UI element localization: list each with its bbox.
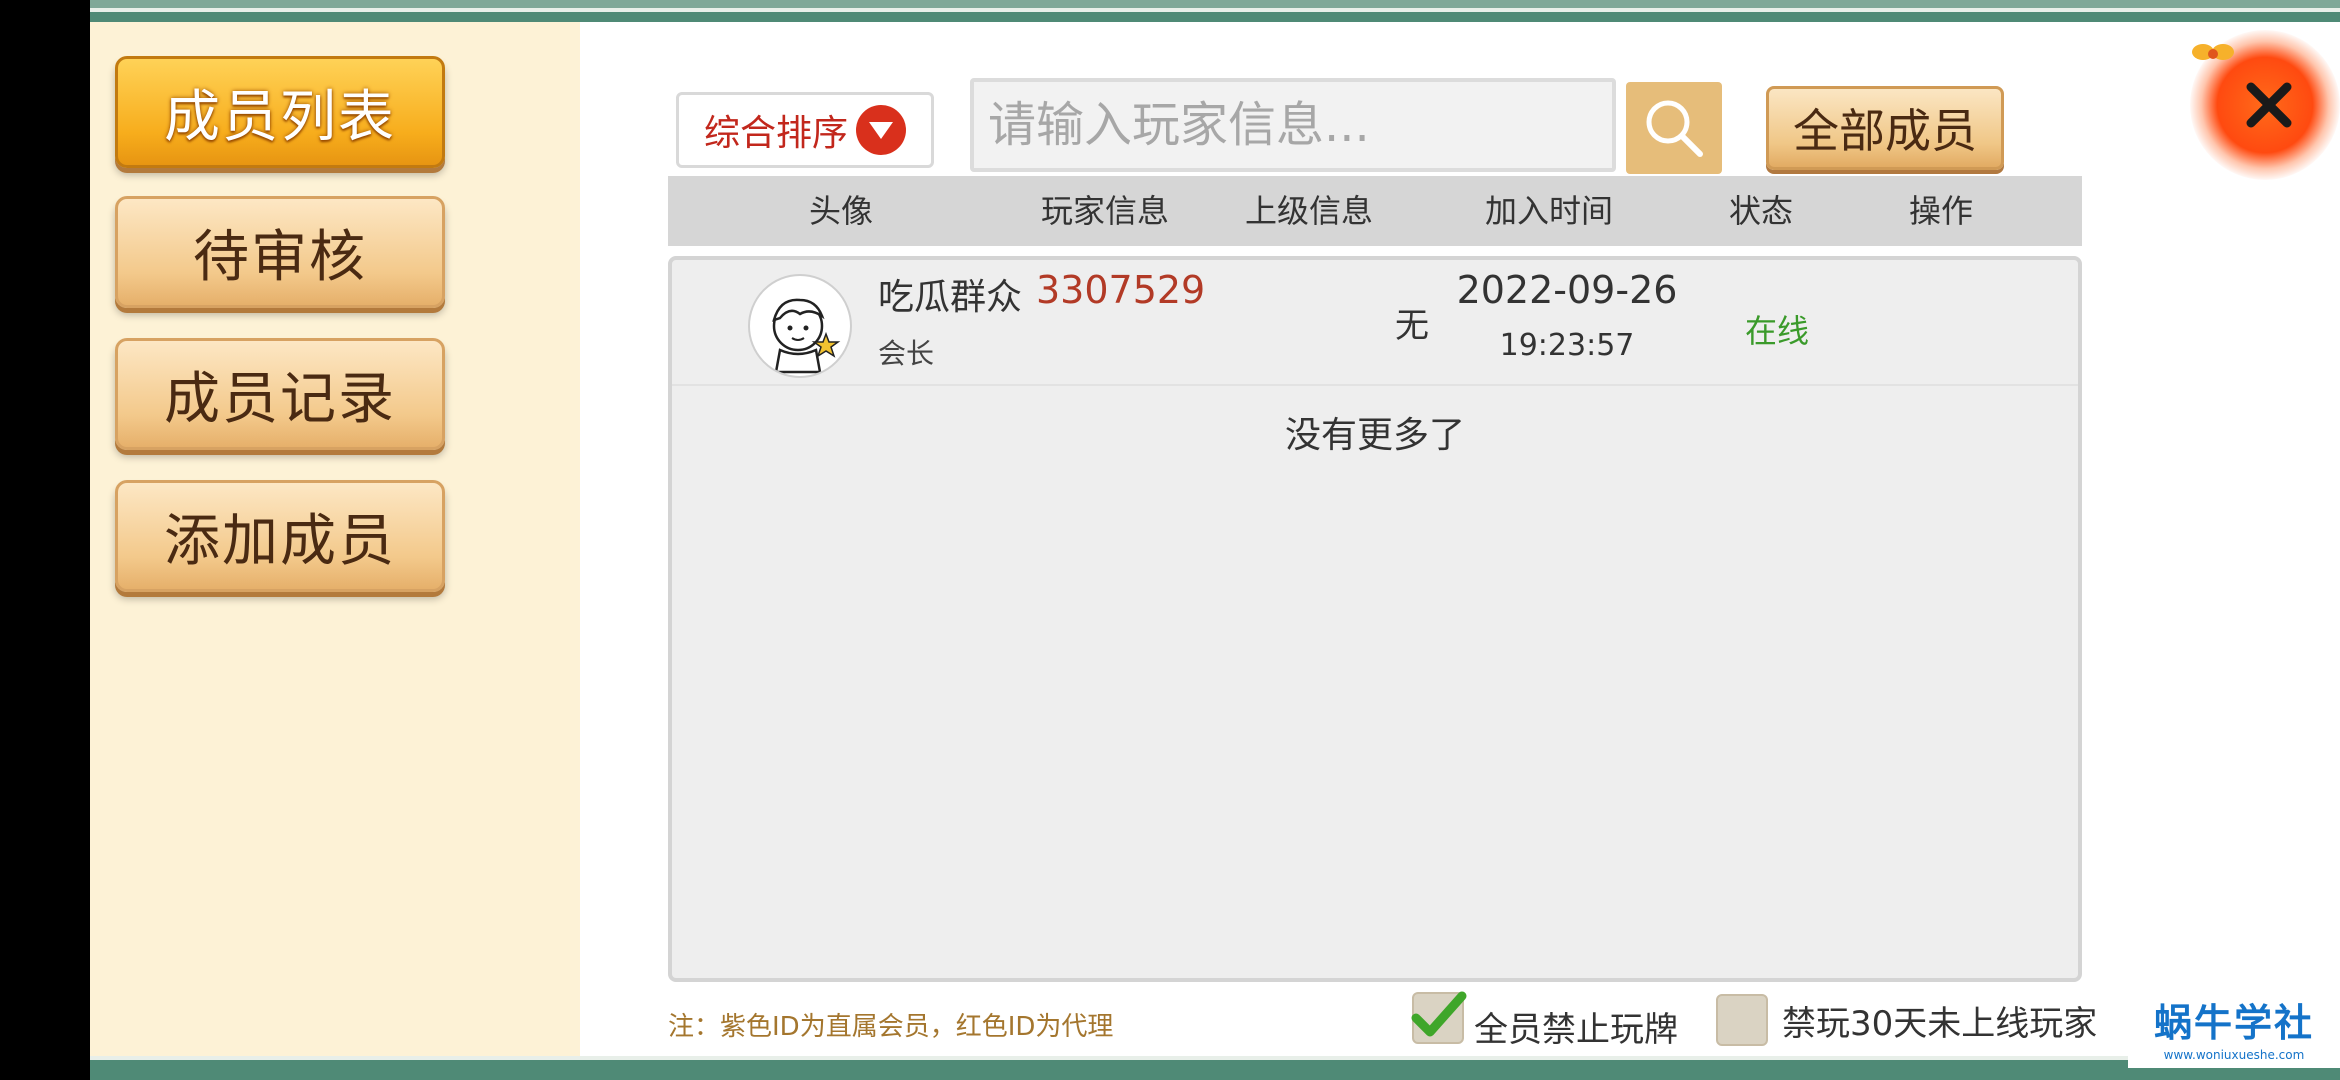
sidebar-item-label: 成员记录	[164, 366, 396, 432]
search-field[interactable]	[970, 78, 1616, 172]
table-header: 头像 玩家信息 上级信息 加入时间 状态 操作	[668, 176, 2082, 246]
header-player-info: 玩家信息	[1040, 192, 1169, 230]
join-date: 2022-09-26	[1456, 268, 1678, 312]
sidebar-item-label: 待审核	[193, 224, 367, 290]
top-border	[90, 0, 2340, 22]
all-members-button[interactable]: 全部成员	[1766, 86, 2004, 170]
checkmark-icon	[1411, 991, 1467, 1037]
sidebar-item-pending-review[interactable]: 待审核	[115, 196, 445, 308]
triangle-down-icon	[856, 105, 906, 155]
all-members-label: 全部成员	[1793, 104, 1977, 158]
cartoon-avatar-icon	[772, 298, 841, 374]
sidebar-item-add-member[interactable]: 添加成员	[115, 480, 445, 592]
status-badge: 在线	[1744, 312, 1809, 350]
table-row[interactable]: 吃瓜群众 3307529 会长 无 2022-09-26 19:23:57 在线	[672, 260, 2078, 386]
sort-label: 综合排序	[703, 113, 848, 154]
header-join-time: 加入时间	[1484, 192, 1613, 230]
search-input[interactable]	[986, 96, 1600, 154]
ban-all-checkbox[interactable]	[1411, 991, 1467, 1044]
header-avatar: 头像	[808, 192, 873, 230]
no-more-message: 没有更多了	[1284, 415, 1465, 456]
sidebar-item-member-list[interactable]: 成员列表	[115, 56, 445, 168]
join-time: 19:23:57	[1499, 328, 1635, 363]
header-actions: 操作	[1908, 192, 1973, 230]
watermark-title: 蜗牛学社	[2153, 1001, 2314, 1045]
header-status: 状态	[1728, 192, 1793, 230]
bottom-border	[90, 1056, 2340, 1080]
sidebar-item-label: 添加成员	[164, 508, 396, 574]
header-parent-info: 上级信息	[1244, 192, 1373, 230]
sidebar-item-member-records[interactable]: 成员记录	[115, 338, 445, 450]
search-icon	[1646, 100, 1703, 157]
watermark-url: www.woniuxueshe.com	[2163, 1048, 2305, 1062]
player-role: 会长	[878, 337, 935, 370]
member-table: 吃瓜群众 3307529 会长 无 2022-09-26 19:23:57 在线…	[668, 256, 2082, 982]
player-id: 3307529	[1036, 268, 1206, 312]
close-icon	[2246, 82, 2292, 128]
ban-all-label: 全员禁止玩牌	[1474, 1010, 1678, 1050]
sidebar-item-label: 成员列表	[164, 84, 396, 150]
ban-inactive-label: 禁玩30天未上线玩家	[1782, 1004, 2098, 1044]
search-button[interactable]	[1626, 82, 1722, 174]
ban-inactive-checkbox[interactable]	[1716, 994, 1768, 1046]
close-button[interactable]	[2214, 50, 2324, 160]
avatar	[748, 274, 852, 378]
sort-dropdown[interactable]: 综合排序	[676, 92, 934, 168]
watermark: 蜗牛学社 www.woniuxueshe.com	[2128, 998, 2340, 1068]
legend-note: 注：紫色ID为直属会员，红色ID为代理	[668, 1012, 1114, 1042]
player-name: 吃瓜群众	[878, 277, 1023, 318]
